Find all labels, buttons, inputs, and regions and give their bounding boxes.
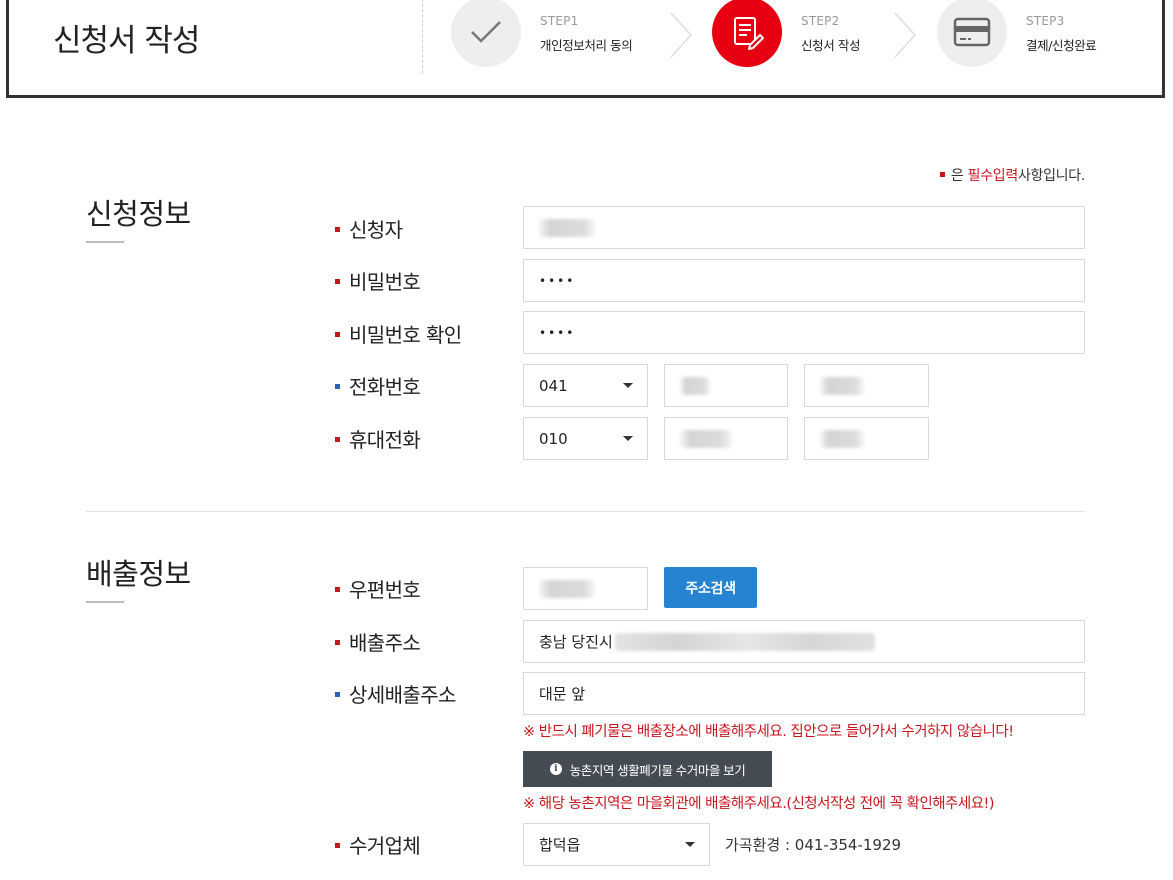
required-note-prefix: 은	[950, 168, 968, 184]
dropdown-arrow-icon	[685, 842, 695, 847]
mobile-last-input[interactable]	[804, 417, 929, 460]
step-2-circle	[712, 0, 782, 67]
required-note-highlight: 필수입력	[967, 168, 1019, 184]
warning-text-2: ※ 해당 농촌지역은 마을회관에 배출해주세요.(신청서작성 전에 꼭 확인해주…	[523, 796, 995, 812]
label-password: 비밀번호	[335, 266, 421, 295]
section-divider	[86, 511, 1085, 512]
address-redacted	[614, 632, 875, 651]
step-2-number: STEP2	[801, 14, 840, 28]
step-1-label: 개인정보처리 동의	[540, 38, 633, 53]
label-password-text: 비밀번호	[349, 270, 421, 294]
required-dot-icon	[335, 227, 340, 232]
required-dot-icon	[335, 279, 340, 284]
phone-prefix-value: 041	[539, 376, 568, 395]
chevron-right-icon	[894, 12, 917, 58]
label-password-confirm-text: 비밀번호 확인	[349, 323, 462, 347]
section-rule	[86, 241, 124, 243]
label-detail-address: 상세배출주소	[335, 679, 456, 708]
address-value: 충남 당진시	[539, 633, 613, 651]
label-collector-text: 수거업체	[349, 834, 421, 858]
optional-dot-icon	[335, 692, 340, 697]
label-phone: 전화번호	[335, 371, 421, 400]
step-3-circle	[937, 0, 1007, 67]
required-dot-icon	[939, 172, 945, 177]
password-confirm-input[interactable]: ••••	[523, 311, 1085, 354]
step-3: STEP3 결제/신청완료	[937, 0, 1137, 71]
step-3-number: STEP3	[1026, 14, 1065, 28]
required-dot-icon	[335, 332, 340, 337]
info-icon: i	[549, 763, 562, 775]
card-icon	[953, 17, 991, 47]
chevron-right-icon	[670, 12, 693, 58]
required-note-suffix: 사항입니다.	[1017, 168, 1085, 184]
phone-middle-input[interactable]	[664, 364, 788, 407]
section-title-applicant: 신청정보	[86, 197, 191, 231]
step-3-label: 결제/신청완료	[1026, 38, 1097, 53]
required-dot-icon	[335, 640, 340, 645]
header-box: 신청서 작성 STEP1 개인정보처리 동의 STEP2 신청서 작성 STEP…	[6, 0, 1165, 98]
required-dot-icon	[335, 437, 340, 442]
phone-last-input[interactable]	[804, 364, 929, 407]
mobile-middle-input[interactable]	[664, 417, 788, 460]
label-mobile: 휴대전화	[335, 424, 421, 453]
step-1-number: STEP1	[540, 14, 579, 28]
label-postcode: 우편번호	[335, 574, 421, 603]
step-1-circle	[451, 0, 521, 67]
required-dot-icon	[335, 843, 340, 848]
section-title-discharge: 배출정보	[86, 557, 191, 591]
page-title: 신청서 작성	[53, 23, 200, 59]
warning-text-1: ※ 반드시 폐기물은 배출장소에 배출해주세요. 집안으로 들어가서 수거하지 …	[523, 724, 1014, 740]
label-applicant: 신청자	[335, 214, 403, 243]
postcode-input[interactable]	[523, 567, 648, 610]
label-mobile-text: 휴대전화	[349, 428, 421, 452]
collector-phone: 가곡환경 : 041-354-1929	[725, 836, 902, 854]
mobile-prefix-value: 010	[539, 429, 568, 448]
dropdown-arrow-icon	[623, 383, 633, 388]
label-collector: 수거업체	[335, 830, 421, 859]
label-address: 배출주소	[335, 627, 421, 656]
header-divider	[422, 0, 423, 73]
label-address-text: 배출주소	[349, 631, 421, 655]
label-applicant-text: 신청자	[349, 218, 403, 242]
label-password-confirm: 비밀번호 확인	[335, 319, 462, 348]
address-input[interactable]: 충남 당진시	[523, 620, 1085, 663]
check-icon	[471, 21, 501, 43]
optional-dot-icon	[335, 384, 340, 389]
applicant-input[interactable]	[523, 206, 1085, 249]
phone-prefix-select[interactable]: 041	[523, 364, 648, 407]
label-postcode-text: 우편번호	[349, 578, 421, 602]
step-1: STEP1 개인정보처리 동의	[451, 0, 651, 71]
mobile-prefix-select[interactable]: 010	[523, 417, 648, 460]
address-search-button[interactable]: 주소검색	[664, 567, 757, 608]
detail-address-input[interactable]: 대문 앞	[523, 672, 1085, 715]
required-note: 은 필수입력사항입니다.	[939, 165, 1085, 185]
step-2-label: 신청서 작성	[801, 38, 861, 53]
label-detail-address-text: 상세배출주소	[349, 683, 456, 707]
password-input[interactable]: ••••	[523, 259, 1085, 302]
step-2: STEP2 신청서 작성	[712, 0, 912, 71]
rural-village-button-label: 농촌지역 생활폐기물 수거마을 보기	[569, 763, 746, 778]
collector-value: 합덕읍	[539, 836, 581, 854]
label-phone-text: 전화번호	[349, 375, 421, 399]
section-rule	[86, 601, 124, 603]
required-dot-icon	[335, 587, 340, 592]
dropdown-arrow-icon	[623, 436, 633, 441]
collector-select[interactable]: 합덕읍	[523, 823, 710, 866]
form-edit-icon	[734, 17, 764, 50]
rural-village-button[interactable]: i 농촌지역 생활폐기물 수거마을 보기	[523, 751, 772, 787]
